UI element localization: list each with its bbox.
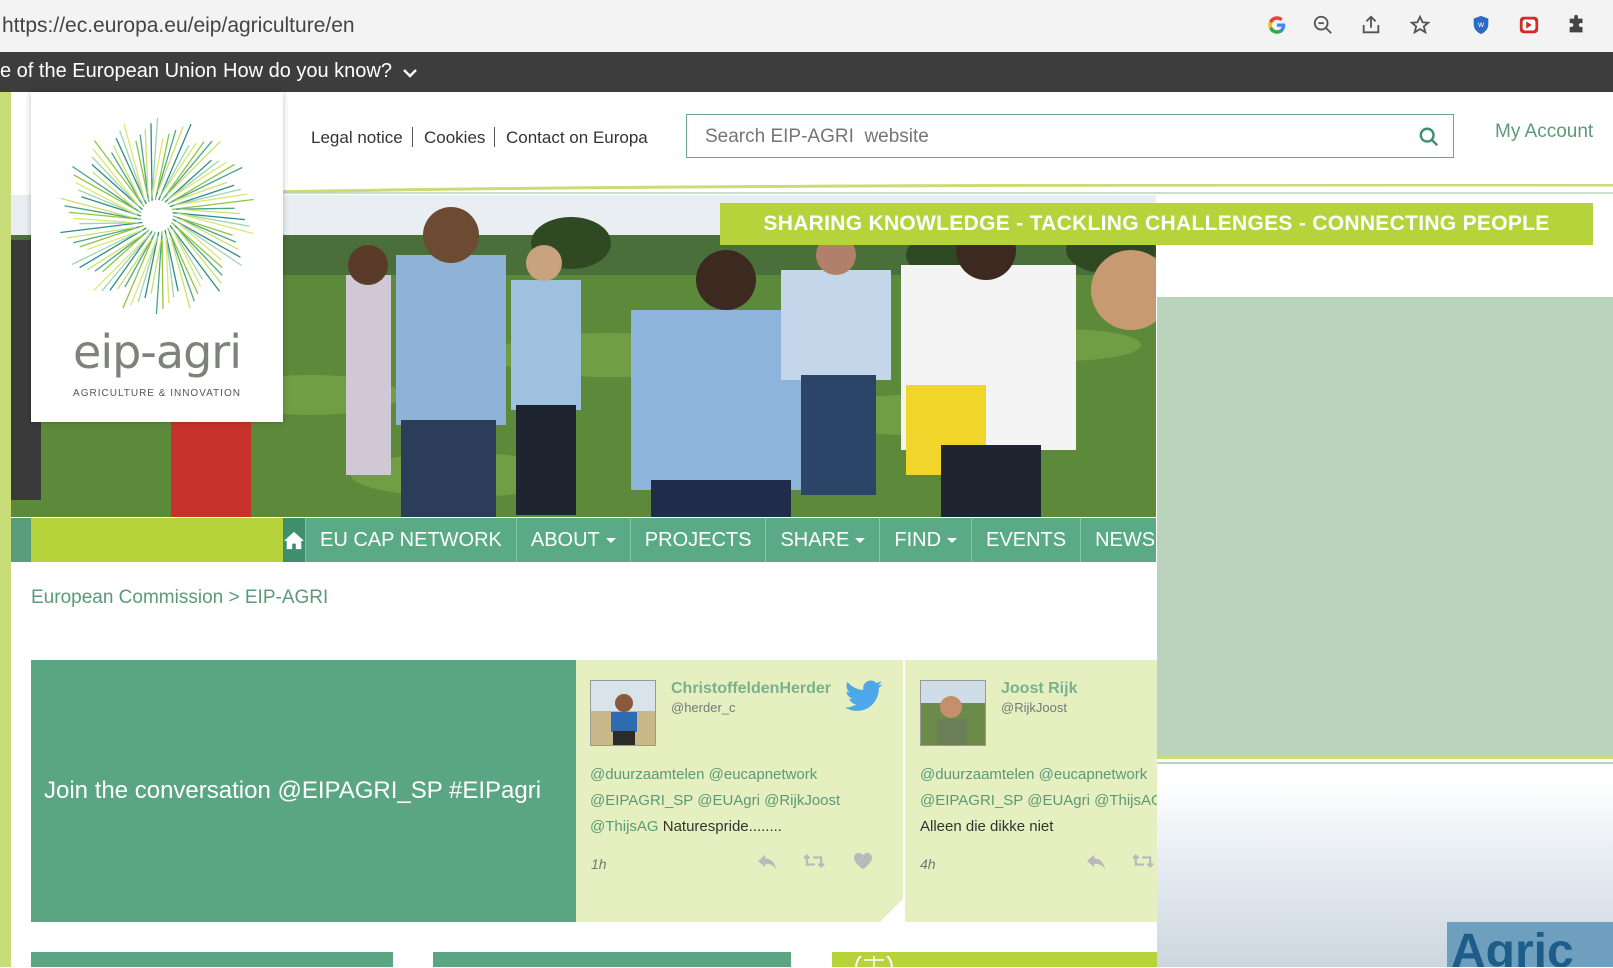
- retweet-icon[interactable]: [801, 850, 827, 872]
- my-account-link[interactable]: My Account: [1495, 121, 1593, 143]
- tweet-mention[interactable]: @duurzaamtelen @eucapnetwork: [590, 766, 817, 783]
- tweet-mentions-line[interactable]: @duurzaamtelen @eucapnetwork: [590, 762, 900, 788]
- share-icon[interactable]: [1356, 10, 1386, 40]
- legal-notice-link[interactable]: Legal notice: [311, 128, 403, 148]
- main-navigation: EU CAP NETWORK ABOUT PROJECTS SHARE FIND…: [283, 518, 1156, 562]
- link-separator: [412, 127, 413, 147]
- retweet-icon[interactable]: [1130, 850, 1156, 872]
- home-icon: [284, 531, 304, 550]
- tweet-mention[interactable]: @EIPAGRI_SP @EUAgri @ThijsAG: [920, 792, 1157, 809]
- tweet-author-name[interactable]: Joost Rijk: [1001, 680, 1077, 698]
- media-extension-icon[interactable]: [1514, 10, 1544, 40]
- like-heart-icon[interactable]: [850, 850, 876, 872]
- nav-lime-block: [31, 518, 283, 562]
- browser-address-bar: https://ec.europa.eu/eip/agriculture/en …: [0, 0, 1613, 53]
- zoom-out-icon[interactable]: [1308, 10, 1338, 40]
- tweet-card-fold: [880, 898, 904, 922]
- logo-subtitle: AGRICULTURE & INNOVATION: [73, 388, 241, 399]
- nav-about[interactable]: ABOUT: [517, 518, 631, 562]
- breadcrumb-separator: >: [228, 587, 240, 608]
- nav-label: NEWS: [1095, 528, 1156, 551]
- tweet-text: @duurzaamtelen @eucapnetwork @EIPAGRI_SP…: [920, 762, 1157, 840]
- overlay-divider: [1157, 755, 1613, 759]
- tweet-mention[interactable]: @duurzaamtelen @eucapnetwork: [920, 766, 1147, 783]
- chevron-down-icon: [402, 69, 417, 78]
- eu-identity-strip: e of the European Union How do you know?: [0, 52, 1613, 92]
- overlay-divider: [1157, 762, 1613, 764]
- tweet-time[interactable]: 4h: [920, 856, 936, 872]
- search-input[interactable]: [703, 123, 1387, 151]
- tweet-author-name[interactable]: ChristoffeldenHerder: [671, 680, 831, 698]
- how-do-you-know-label: How do you know?: [223, 60, 392, 82]
- nav-share[interactable]: SHARE: [766, 518, 881, 562]
- link-separator: [494, 127, 495, 147]
- reply-icon[interactable]: [1083, 850, 1109, 872]
- overlay-panel: [1157, 297, 1613, 755]
- tweet-time[interactable]: 1h: [591, 856, 607, 872]
- nav-eu-cap-network[interactable]: EU CAP NETWORK: [306, 518, 517, 562]
- url-text[interactable]: https://ec.europa.eu/eip/agriculture/en: [2, 14, 355, 38]
- nav-label: PROJECTS: [644, 528, 752, 551]
- caret-down-icon: [947, 537, 958, 543]
- tweet-text: @duurzaamtelen @eucapnetwork @EIPAGRI_SP…: [590, 762, 900, 840]
- search-button[interactable]: [1415, 123, 1443, 151]
- contact-europa-link[interactable]: Contact on Europa: [506, 128, 648, 148]
- nav-projects[interactable]: PROJECTS: [631, 518, 767, 562]
- nav-left-accent: [11, 518, 31, 562]
- breadcrumb-european-commission[interactable]: European Commission: [31, 587, 223, 608]
- left-edge-bar: [0, 92, 11, 967]
- how-do-you-know-toggle[interactable]: How do you know?: [223, 60, 417, 83]
- search-box: [686, 114, 1454, 158]
- tweet-mentions-line[interactable]: @EIPAGRI_SP @EUAgri @RijkJoost: [590, 788, 900, 814]
- shield-extension-icon[interactable]: W: [1466, 10, 1496, 40]
- content-tile[interactable]: [832, 952, 1157, 968]
- reply-icon[interactable]: [754, 850, 780, 872]
- tweet-body: Naturespride........: [658, 818, 782, 835]
- search-icon: [1419, 127, 1439, 147]
- svg-text:W: W: [1478, 21, 1485, 29]
- globe-icon: [855, 956, 893, 968]
- twitter-bird-icon[interactable]: [844, 680, 884, 719]
- nav-events[interactable]: EVENTS: [972, 518, 1082, 562]
- caret-down-icon: [855, 537, 866, 543]
- content-tile[interactable]: [433, 952, 791, 967]
- tweet-body: Alleen die dikke niet: [920, 818, 1054, 835]
- tweet-card: Joost Rijk @RijkJoost @duurzaamtelen @eu…: [905, 660, 1157, 922]
- logo-burst-icon: [60, 117, 254, 315]
- tweet-card: ChristoffeldenHerder @herder_c @duurzaam…: [576, 660, 903, 922]
- nav-label: FIND: [894, 528, 942, 551]
- nav-find[interactable]: FIND: [880, 518, 973, 562]
- nav-home-button[interactable]: [283, 518, 306, 562]
- tweet-author-handle[interactable]: @RijkJoost: [1001, 700, 1067, 715]
- avatar[interactable]: [920, 680, 986, 746]
- google-icon[interactable]: [1262, 10, 1292, 40]
- breadcrumb: European Commission > EIP-AGRI: [31, 587, 328, 609]
- nav-news[interactable]: NEWS: [1081, 518, 1156, 562]
- breadcrumb-eip-agri[interactable]: EIP-AGRI: [245, 587, 328, 608]
- header-decorative-lines: [270, 184, 1613, 194]
- overlay-agri-banner: Agric: [1447, 922, 1613, 967]
- star-icon[interactable]: [1405, 10, 1435, 40]
- cookies-link[interactable]: Cookies: [424, 128, 485, 148]
- join-conversation-text: Join the conversation @EIPAGRI_SP #EIPag…: [44, 777, 542, 804]
- eip-agri-logo[interactable]: eip-agri AGRICULTURE & INNOVATION: [31, 92, 283, 422]
- tweet-mention[interactable]: @ThijsAG: [590, 818, 659, 835]
- nav-label: ABOUT: [530, 528, 600, 551]
- eu-site-label: e of the European Union: [0, 60, 217, 82]
- tweet-mention[interactable]: @EIPAGRI_SP @EUAgri @RijkJoost: [590, 792, 840, 809]
- logo-wordmark: eip-agri: [73, 325, 242, 379]
- content-tile[interactable]: [31, 952, 393, 967]
- puzzle-extensions-icon[interactable]: [1562, 10, 1592, 40]
- caret-down-icon: [605, 537, 616, 543]
- hero-tagline: SHARING KNOWLEDGE - TACKLING CHALLENGES …: [720, 203, 1593, 245]
- avatar[interactable]: [590, 680, 656, 746]
- nav-label: SHARE: [780, 528, 850, 551]
- nav-label: EVENTS: [986, 528, 1067, 551]
- tweet-author-handle[interactable]: @herder_c: [671, 700, 736, 715]
- join-conversation-panel: Join the conversation @EIPAGRI_SP #EIPag…: [31, 660, 576, 922]
- nav-label: EU CAP NETWORK: [320, 528, 502, 551]
